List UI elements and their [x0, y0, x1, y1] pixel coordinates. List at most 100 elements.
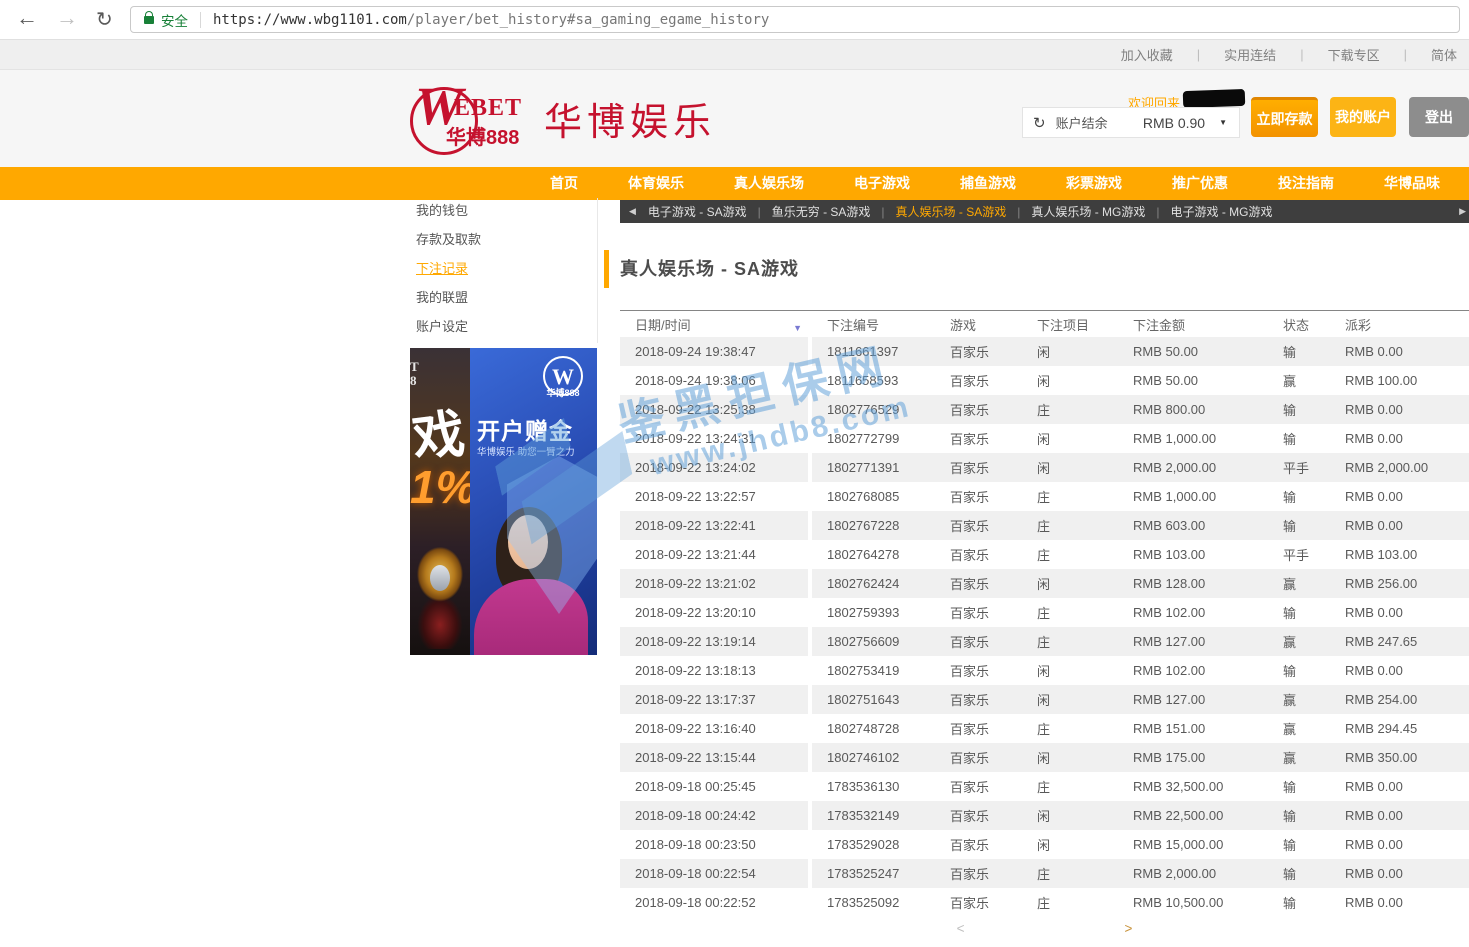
cell-bet-item: 庄 [1022, 545, 1118, 564]
url-path: /player/bet_history#sa_gaming_egame_hist… [407, 12, 769, 28]
cell-payout: RMB 0.00 [1330, 808, 1469, 823]
cell-status: 赢 [1268, 690, 1330, 709]
cell-datetime: 2018-09-22 13:24:02 [620, 453, 812, 482]
cell-bet-id: 1802764278 [812, 547, 935, 562]
column-header-bet-item[interactable]: 下注项目 [1022, 315, 1118, 334]
promo-banner[interactable]: T 8 戏 1% W 华博888 开户赠金 华博娱乐 助您一臂之力 [410, 348, 597, 655]
tabs-next-icon[interactable]: ▶ [1459, 206, 1466, 217]
sidebar-item-label: 我的联盟 [416, 290, 468, 305]
cell-bet-amount: RMB 127.00 [1118, 692, 1268, 707]
main-nav-item[interactable]: 投注指南 [1253, 167, 1359, 200]
cell-datetime: 2018-09-18 00:24:42 [620, 801, 812, 830]
sidebar-item[interactable]: 我的联盟 [410, 283, 597, 312]
deposit-button[interactable]: 立即存款 [1251, 97, 1318, 137]
cell-payout: RMB 294.45 [1330, 721, 1469, 736]
game-tab[interactable]: | 真人娱乐场 - MG游戏 [1006, 203, 1145, 220]
main-nav-item[interactable]: 捕鱼游戏 [935, 167, 1041, 200]
tabs-prev-icon[interactable]: ◀ [629, 206, 636, 217]
main-nav-item[interactable]: 彩票游戏 [1041, 167, 1147, 200]
utility-link[interactable]: 加入收藏 [1121, 45, 1173, 64]
cell-bet-amount: RMB 175.00 [1118, 750, 1268, 765]
column-header-status[interactable]: 状态 [1268, 315, 1330, 334]
table-row: 2018-09-22 13:22:57 1802768085 百家乐 庄 RMB… [620, 482, 1469, 511]
main-nav-item[interactable]: 电子游戏 [829, 167, 935, 200]
utility-link[interactable]: | 下载专区 [1276, 45, 1379, 64]
page-prev[interactable]: < [957, 921, 965, 936]
sort-desc-icon[interactable]: ▼ [793, 323, 802, 333]
utility-link-label: 实用连结 [1224, 45, 1276, 64]
utility-link[interactable]: | 简体 [1380, 45, 1457, 64]
column-header-payout[interactable]: 派彩 [1330, 315, 1469, 334]
main-nav-label: 真人娱乐场 [734, 175, 804, 191]
balance-box[interactable]: ↻ 账户结余 RMB 0.90 ▼ [1022, 107, 1240, 138]
browser-reload-icon[interactable]: ↻ [96, 7, 113, 32]
logo-brand-number: 华博888 [446, 121, 519, 150]
cell-bet-item: 闲 [1022, 661, 1118, 680]
cell-bet-id: 1802776529 [812, 402, 935, 417]
cell-bet-amount: RMB 800.00 [1118, 402, 1268, 417]
main-nav-label: 彩票游戏 [1066, 175, 1122, 191]
game-tab-label: 电子游戏 - SA游戏 [648, 203, 747, 220]
address-bar[interactable]: 安全 https://www.wbg1101.com/player/bet_hi… [130, 6, 1460, 33]
game-tab[interactable]: 电子游戏 - SA游戏 [648, 203, 747, 220]
site-logo[interactable]: W EBET 华博888 华博娱乐 [408, 78, 716, 158]
cell-bet-item: 庄 [1022, 632, 1118, 651]
main-nav-item[interactable]: 真人娱乐场 [709, 167, 829, 200]
banner-subline: 华博娱乐 助您一臂之力 [477, 444, 575, 458]
banner-corner-text: T 8 [410, 360, 419, 388]
game-tab[interactable]: | 电子游戏 - MG游戏 [1145, 203, 1272, 220]
cell-status: 赢 [1268, 719, 1330, 738]
game-tab[interactable]: | 真人娱乐场 - SA游戏 [870, 203, 1006, 220]
chevron-down-icon[interactable]: ▼ [1219, 118, 1227, 127]
cell-datetime: 2018-09-22 13:21:44 [620, 540, 812, 569]
cell-bet-item: 庄 [1022, 400, 1118, 419]
my-account-button[interactable]: 我的账户 [1330, 97, 1396, 137]
column-header-bet-id[interactable]: 下注编号 [812, 315, 935, 334]
separator: | [1017, 205, 1020, 219]
column-header-bet-amount[interactable]: 下注金额 [1118, 315, 1268, 334]
logo-site-name: 华博娱乐 [544, 91, 716, 146]
browser-back-icon[interactable]: ← [16, 5, 38, 31]
game-tabs: 电子游戏 - SA游戏 | 鱼乐无穷 - SA游戏 | 真人娱乐场 - SA游戏… [648, 203, 1273, 220]
cell-game: 百家乐 [935, 371, 1022, 390]
cell-payout: RMB 0.00 [1330, 518, 1469, 533]
main-nav-item[interactable]: 华博品味 [1359, 167, 1465, 200]
cell-game: 百家乐 [935, 342, 1022, 361]
logout-button[interactable]: 登出 [1409, 97, 1469, 137]
table-row: 2018-09-22 13:24:02 1802771391 百家乐 闲 RMB… [620, 453, 1469, 482]
sidebar-item[interactable]: 我的钱包 [410, 196, 597, 225]
sidebar-item[interactable]: 存款及取款 [410, 225, 597, 254]
utility-link-label: 加入收藏 [1121, 45, 1173, 64]
cell-status: 平手 [1268, 458, 1330, 477]
table-row: 2018-09-22 13:22:41 1802767228 百家乐 庄 RMB… [620, 511, 1469, 540]
cell-status: 赢 [1268, 748, 1330, 767]
browser-forward-icon[interactable]: → [56, 5, 78, 31]
sidebar-item[interactable]: 账户设定 [410, 312, 597, 341]
table-row: 2018-09-22 13:24:31 1802772799 百家乐 闲 RMB… [620, 424, 1469, 453]
sidebar-item-label: 存款及取款 [416, 232, 481, 247]
cell-bet-amount: RMB 151.00 [1118, 721, 1268, 736]
cell-status: 输 [1268, 864, 1330, 883]
column-header-game[interactable]: 游戏 [935, 315, 1022, 334]
sidebar-item[interactable]: 下注记录 [410, 254, 597, 283]
cell-bet-item: 庄 [1022, 864, 1118, 883]
cell-datetime: 2018-09-22 13:16:40 [620, 714, 812, 743]
game-tab[interactable]: | 鱼乐无穷 - SA游戏 [747, 203, 871, 220]
utility-link[interactable]: | 实用连结 [1173, 45, 1276, 64]
cell-status: 输 [1268, 777, 1330, 796]
page-next[interactable]: > [1125, 921, 1133, 936]
cell-bet-amount: RMB 15,000.00 [1118, 837, 1268, 852]
promo-slide-right: W 华博888 开户赠金 华博娱乐 助您一臂之力 [470, 348, 597, 655]
main-nav-item[interactable]: 体育娱乐 [603, 167, 709, 200]
balance-label: 账户结余 [1056, 113, 1108, 132]
cell-bet-id: 1783532149 [812, 808, 935, 823]
cell-payout: RMB 254.00 [1330, 692, 1469, 707]
refresh-balance-icon[interactable]: ↻ [1033, 114, 1046, 132]
game-tab-label: 真人娱乐场 - SA游戏 [896, 203, 1007, 220]
column-header-datetime[interactable]: 日期/时间 ▼ [620, 315, 812, 334]
main-nav-item[interactable]: 推广优惠 [1147, 167, 1253, 200]
banner-headline: 开户赠金 [477, 412, 573, 446]
cell-game: 百家乐 [935, 893, 1022, 912]
table-row: 2018-09-18 00:22:52 1783525092 百家乐 庄 RMB… [620, 888, 1469, 917]
url-host: https://www.wbg1101.com [213, 12, 407, 28]
